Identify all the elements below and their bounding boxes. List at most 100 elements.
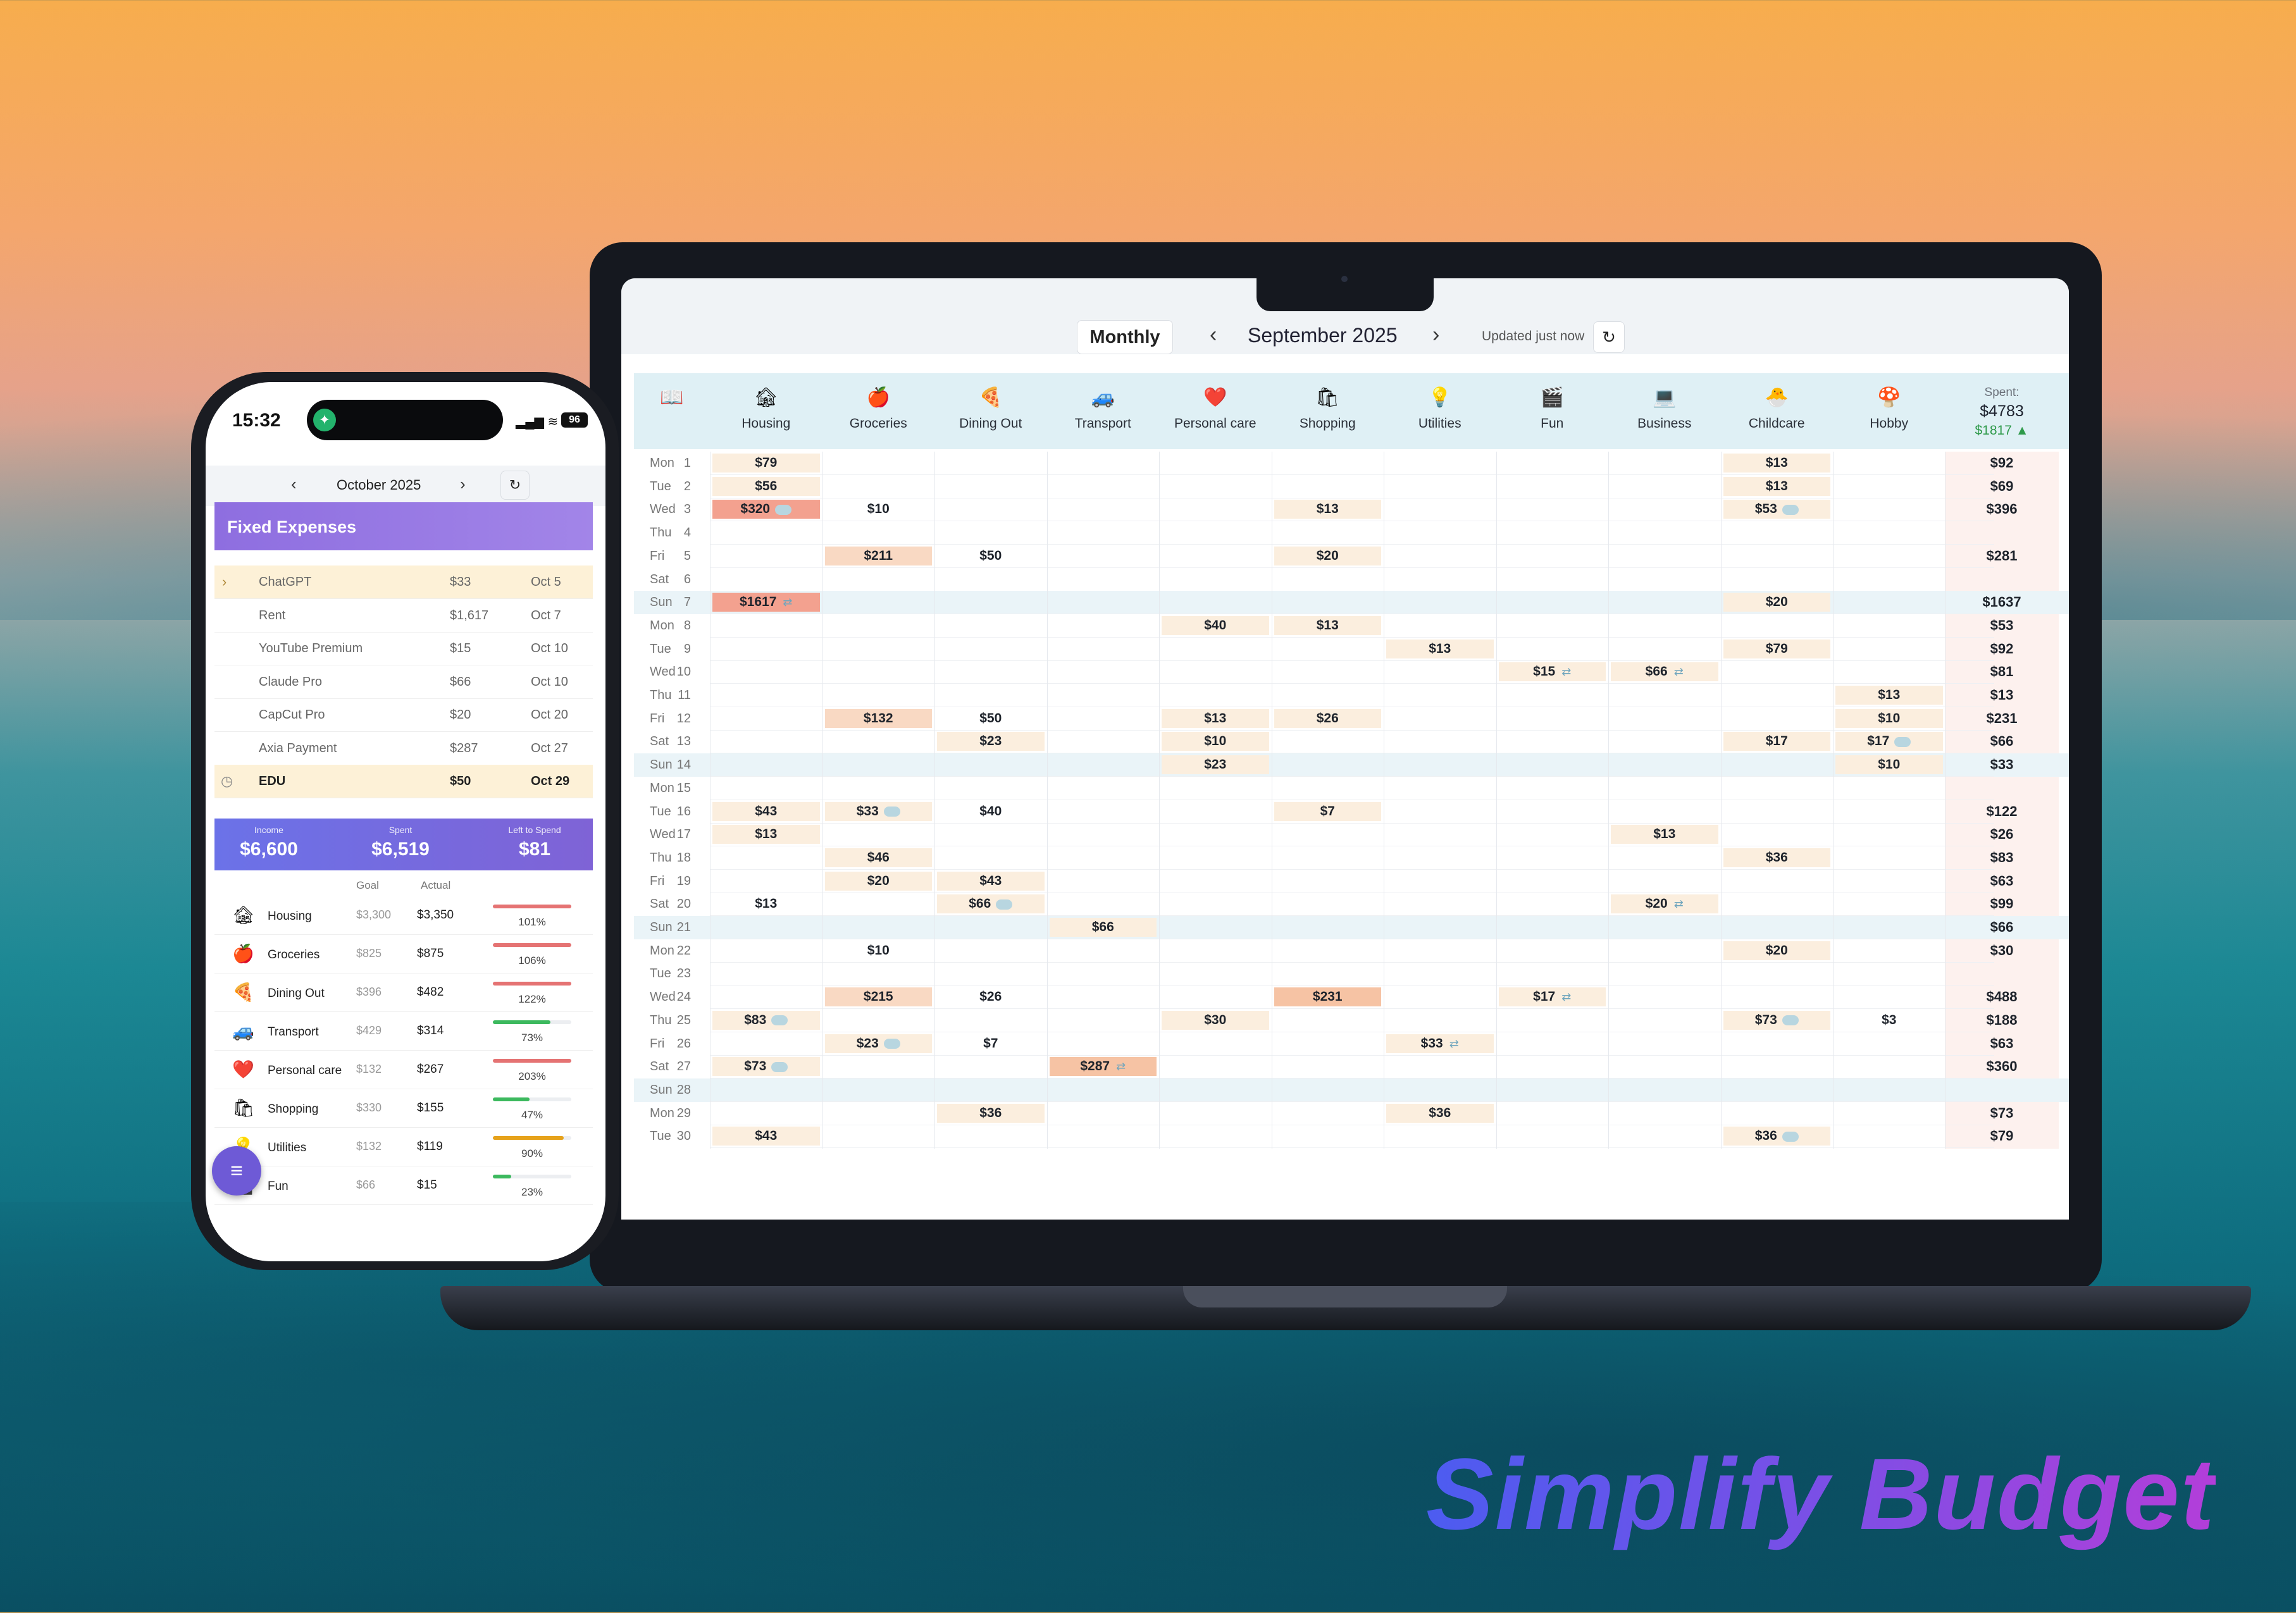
expense-cell[interactable]: $7 [1274,801,1381,821]
expense-cell[interactable]: $83 [712,1010,820,1030]
expense-cell[interactable]: $46 [824,848,932,867]
category-budget-row[interactable]: 🍕 Dining Out $396 $482 122% [214,973,593,1012]
expense-cell[interactable]: $33 [824,801,932,821]
expense-cell[interactable]: $66 [937,894,1045,914]
phone-prev-icon[interactable]: ‹ [291,474,297,494]
expense-cell[interactable]: $17 ⇄ [1498,987,1606,1007]
category-budget-row[interactable]: 🚙 Transport $429 $314 73% [214,1011,593,1051]
expense-cell[interactable]: $17 [1835,732,1943,751]
category-budget-row[interactable]: 🍎 Groceries $825 $875 106% [214,934,593,973]
expense-cell[interactable]: $10 [1835,708,1943,728]
category-header[interactable]: 🛍 Shopping [1272,373,1384,449]
expense-cell[interactable]: $36 [937,1103,1045,1123]
expense-cell[interactable]: $287 ⇄ [1049,1057,1157,1077]
category-header[interactable]: 🍄 Hobby [1833,373,1945,449]
next-month-icon[interactable]: › [1432,323,1439,347]
expense-cell[interactable]: $26 [937,987,1045,1006]
expense-cell[interactable]: $43 [937,871,1045,891]
expense-cell[interactable]: $13 [712,825,820,844]
expense-cell[interactable]: $23 [824,1034,932,1053]
expense-cell[interactable]: $13 [1274,615,1381,635]
expense-cell[interactable]: $40 [937,802,1045,821]
expense-cell[interactable]: $66 ⇄ [1611,662,1718,682]
prev-month-icon[interactable]: ‹ [1210,323,1217,347]
category-budget-row[interactable]: 💡Utilities$132$11990% [214,1127,593,1166]
fixed-expense-row[interactable]: ◷ EDU $50 Oct 29 [214,765,593,798]
expense-cell[interactable]: $17 [1723,732,1830,751]
phone-next-icon[interactable]: › [460,474,466,494]
expense-cell[interactable]: $3 [1835,1011,1943,1030]
expense-cell[interactable]: $26 [1274,708,1381,728]
expense-cell[interactable]: $10 [1162,732,1269,751]
expense-cell[interactable]: $36 [1723,1127,1830,1146]
expense-cell[interactable]: $13 [1611,825,1718,844]
expense-cell[interactable]: $13 [1835,686,1943,705]
expense-cell[interactable]: $13 [712,894,820,913]
expense-cell[interactable]: $20 [1274,546,1381,565]
expense-cell[interactable]: $215 [824,987,932,1007]
expense-cell[interactable]: $10 [1835,755,1943,775]
expense-cell[interactable]: $50 [937,547,1045,565]
category-header[interactable]: 🍕 Dining Out [934,373,1047,449]
expense-cell[interactable]: $23 [937,732,1045,751]
expense-cell[interactable]: $79 [712,454,820,473]
category-budget-row[interactable]: 🎬Fun$66$1523% [214,1166,593,1205]
expense-cell[interactable]: $73 [712,1057,820,1077]
expense-cell[interactable]: $20 ⇄ [1611,894,1718,914]
fixed-expense-row[interactable]: Axia Payment $287 Oct 27 [214,732,593,765]
category-header-row: 📖 Spent: $4783 $1817 ▲ 🏚 Housing 🍎 Grocerie… [634,373,2069,449]
category-header[interactable]: ❤️ Personal care [1159,373,1272,449]
expense-cell[interactable]: $56 [712,476,820,496]
expense-cell[interactable]: $132 [824,708,932,728]
expense-cell[interactable]: $79 [1723,639,1830,658]
expense-cell[interactable]: $13 [1386,639,1494,658]
expense-cell[interactable]: $7 [937,1034,1045,1053]
fixed-expenses-header[interactable]: Fixed Expenses [214,502,593,550]
expense-cell[interactable]: $20 [1723,593,1830,612]
expense-cell[interactable]: $13 [1723,476,1830,496]
expense-cell[interactable]: $20 [1723,941,1830,960]
expense-cell[interactable]: $36 [1386,1103,1494,1123]
expense-cell[interactable]: $73 [1723,1010,1830,1030]
expense-cell[interactable]: $15 ⇄ [1498,662,1606,682]
expense-cell[interactable]: $33 ⇄ [1386,1034,1494,1053]
expense-cell[interactable]: $40 [1162,615,1269,635]
expense-cell[interactable]: $1617 ⇄ [712,593,820,612]
category-header[interactable]: 🚙 Transport [1047,373,1160,449]
category-budget-row[interactable]: 🛍 Shopping $330 $155 47% [214,1089,593,1128]
expense-cell[interactable]: $13 [1274,500,1381,519]
fixed-expense-row[interactable]: Rent $1,617 Oct 7 [214,599,593,633]
fixed-expense-row[interactable]: YouTube Premium $15 Oct 10 [214,632,593,665]
expense-cell[interactable]: $43 [712,1127,820,1146]
expense-cell[interactable]: $211 [824,546,932,565]
category-header[interactable]: 🐣 Childcare [1721,373,1834,449]
expense-cell[interactable]: $13 [1162,708,1269,728]
fixed-expense-row[interactable]: Claude Pro $66 Oct 10 [214,665,593,699]
category-header[interactable]: 🏚 Housing [710,373,822,449]
expense-cell[interactable]: $30 [1162,1010,1269,1030]
category-header[interactable]: 🎬 Fun [1496,373,1609,449]
category-header[interactable]: 💡 Utilities [1384,373,1496,449]
expense-cell[interactable]: $50 [937,709,1045,728]
expense-cell[interactable]: $231 [1274,987,1381,1007]
fixed-expense-row[interactable]: › ChatGPT $33 Oct 5 [214,565,593,599]
category-budget-row[interactable]: 🏚 Housing $3,300 $3,350 101% [214,896,593,935]
expense-cell[interactable]: $320 [712,500,820,519]
expense-cell[interactable]: $43 [712,801,820,821]
expense-cell[interactable]: $10 [825,941,933,960]
expense-cell[interactable]: $13 [1723,454,1830,473]
refresh-icon[interactable]: ↻ [1593,321,1625,353]
expense-cell[interactable]: $36 [1723,848,1830,867]
expense-cell[interactable]: $66 [1049,918,1157,937]
monthly-view-button[interactable]: Monthly [1077,320,1173,354]
category-budget-row[interactable]: ❤️ Personal care $132 $267 203% [214,1050,593,1089]
menu-icon[interactable]: ≡ [212,1146,261,1196]
category-header[interactable]: 💻 Business [1608,373,1721,449]
phone-refresh-icon[interactable]: ↻ [500,471,530,500]
expense-cell[interactable]: $10 [825,500,933,519]
expense-cell[interactable]: $53 [1723,500,1830,519]
category-header[interactable]: 🍎 Groceries [822,373,935,449]
fixed-expense-row[interactable]: CapCut Pro $20 Oct 20 [214,698,593,732]
expense-cell[interactable]: $23 [1162,755,1269,775]
expense-cell[interactable]: $20 [824,871,932,891]
